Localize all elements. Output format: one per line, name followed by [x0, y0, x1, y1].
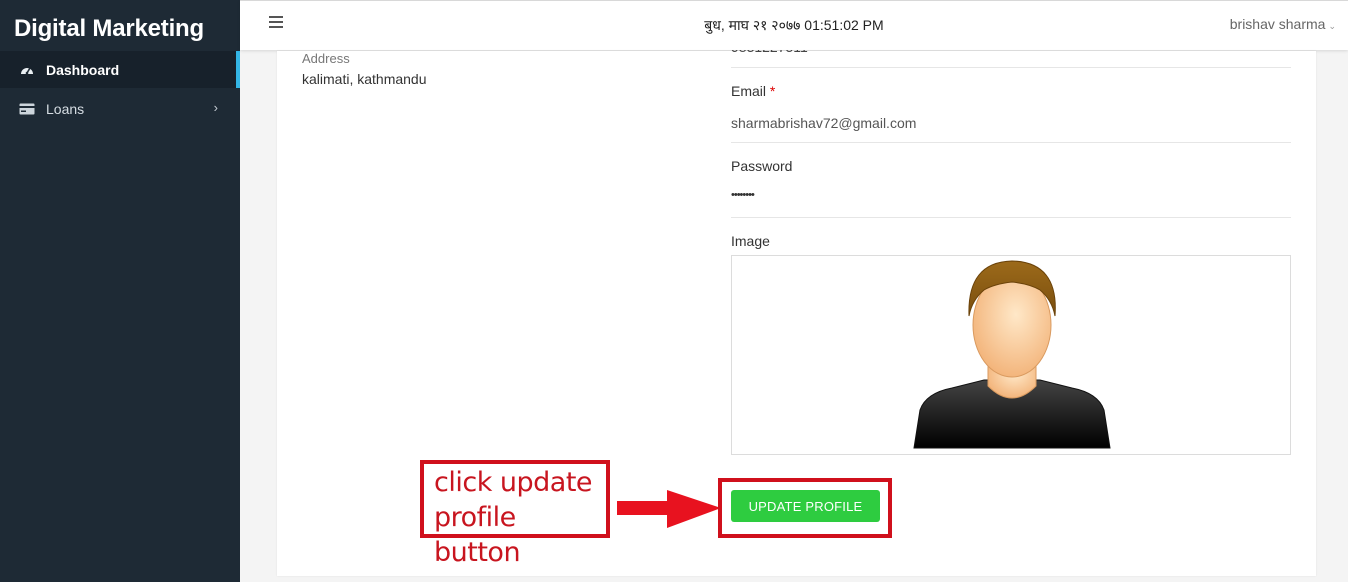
divider	[731, 67, 1291, 68]
required-marker: *	[769, 83, 776, 99]
top-bar: बुध, माघ २१ २०७७ 01:51:02 PM brishav sha…	[240, 0, 1348, 50]
date-time-display: बुध, माघ २१ २०७७ 01:51:02 PM	[704, 17, 884, 33]
user-name: brishav sharma	[1229, 16, 1326, 32]
profile-avatar	[912, 260, 1112, 455]
email-label-text: Email	[731, 83, 767, 99]
address-value: kalimati, kathmandu	[302, 71, 427, 87]
sidebar-item-label: Loans	[46, 100, 85, 117]
update-profile-button[interactable]: UPDATE PROFILE	[731, 490, 880, 522]
email-label: Email *	[731, 83, 775, 99]
image-label: Image	[731, 233, 770, 249]
arrow-right-icon	[617, 490, 721, 528]
callout-line-1: click update	[434, 467, 593, 498]
chevron-right-icon: ›	[213, 100, 218, 115]
chevron-down-icon: ⌄	[1328, 21, 1336, 31]
image-upload-box[interactable]	[731, 255, 1291, 455]
sidebar-item-loans[interactable]: Loans ›	[0, 90, 240, 127]
user-menu[interactable]: brishav sharma ⌄	[1230, 16, 1336, 32]
instruction-callout: click update profile button	[420, 460, 610, 568]
divider	[731, 217, 1291, 218]
profile-card: Address kalimati, kathmandu 9831227511 E…	[277, 50, 1316, 576]
dashboard-icon	[19, 63, 35, 77]
password-field[interactable]: ••••••••	[731, 189, 755, 201]
email-field[interactable]: sharmabrishav72@gmail.com	[731, 115, 916, 131]
sidebar: Digital Marketing Dashboard Loans ›	[0, 0, 240, 582]
address-label: Address	[302, 51, 350, 66]
card-icon	[19, 102, 35, 116]
callout-line-2: profile button	[434, 502, 521, 568]
brand-title: Digital Marketing	[0, 0, 240, 51]
sidebar-item-label: Dashboard	[46, 61, 120, 78]
divider	[731, 142, 1291, 143]
password-label: Password	[731, 158, 793, 174]
sidebar-item-dashboard[interactable]: Dashboard	[0, 51, 240, 88]
